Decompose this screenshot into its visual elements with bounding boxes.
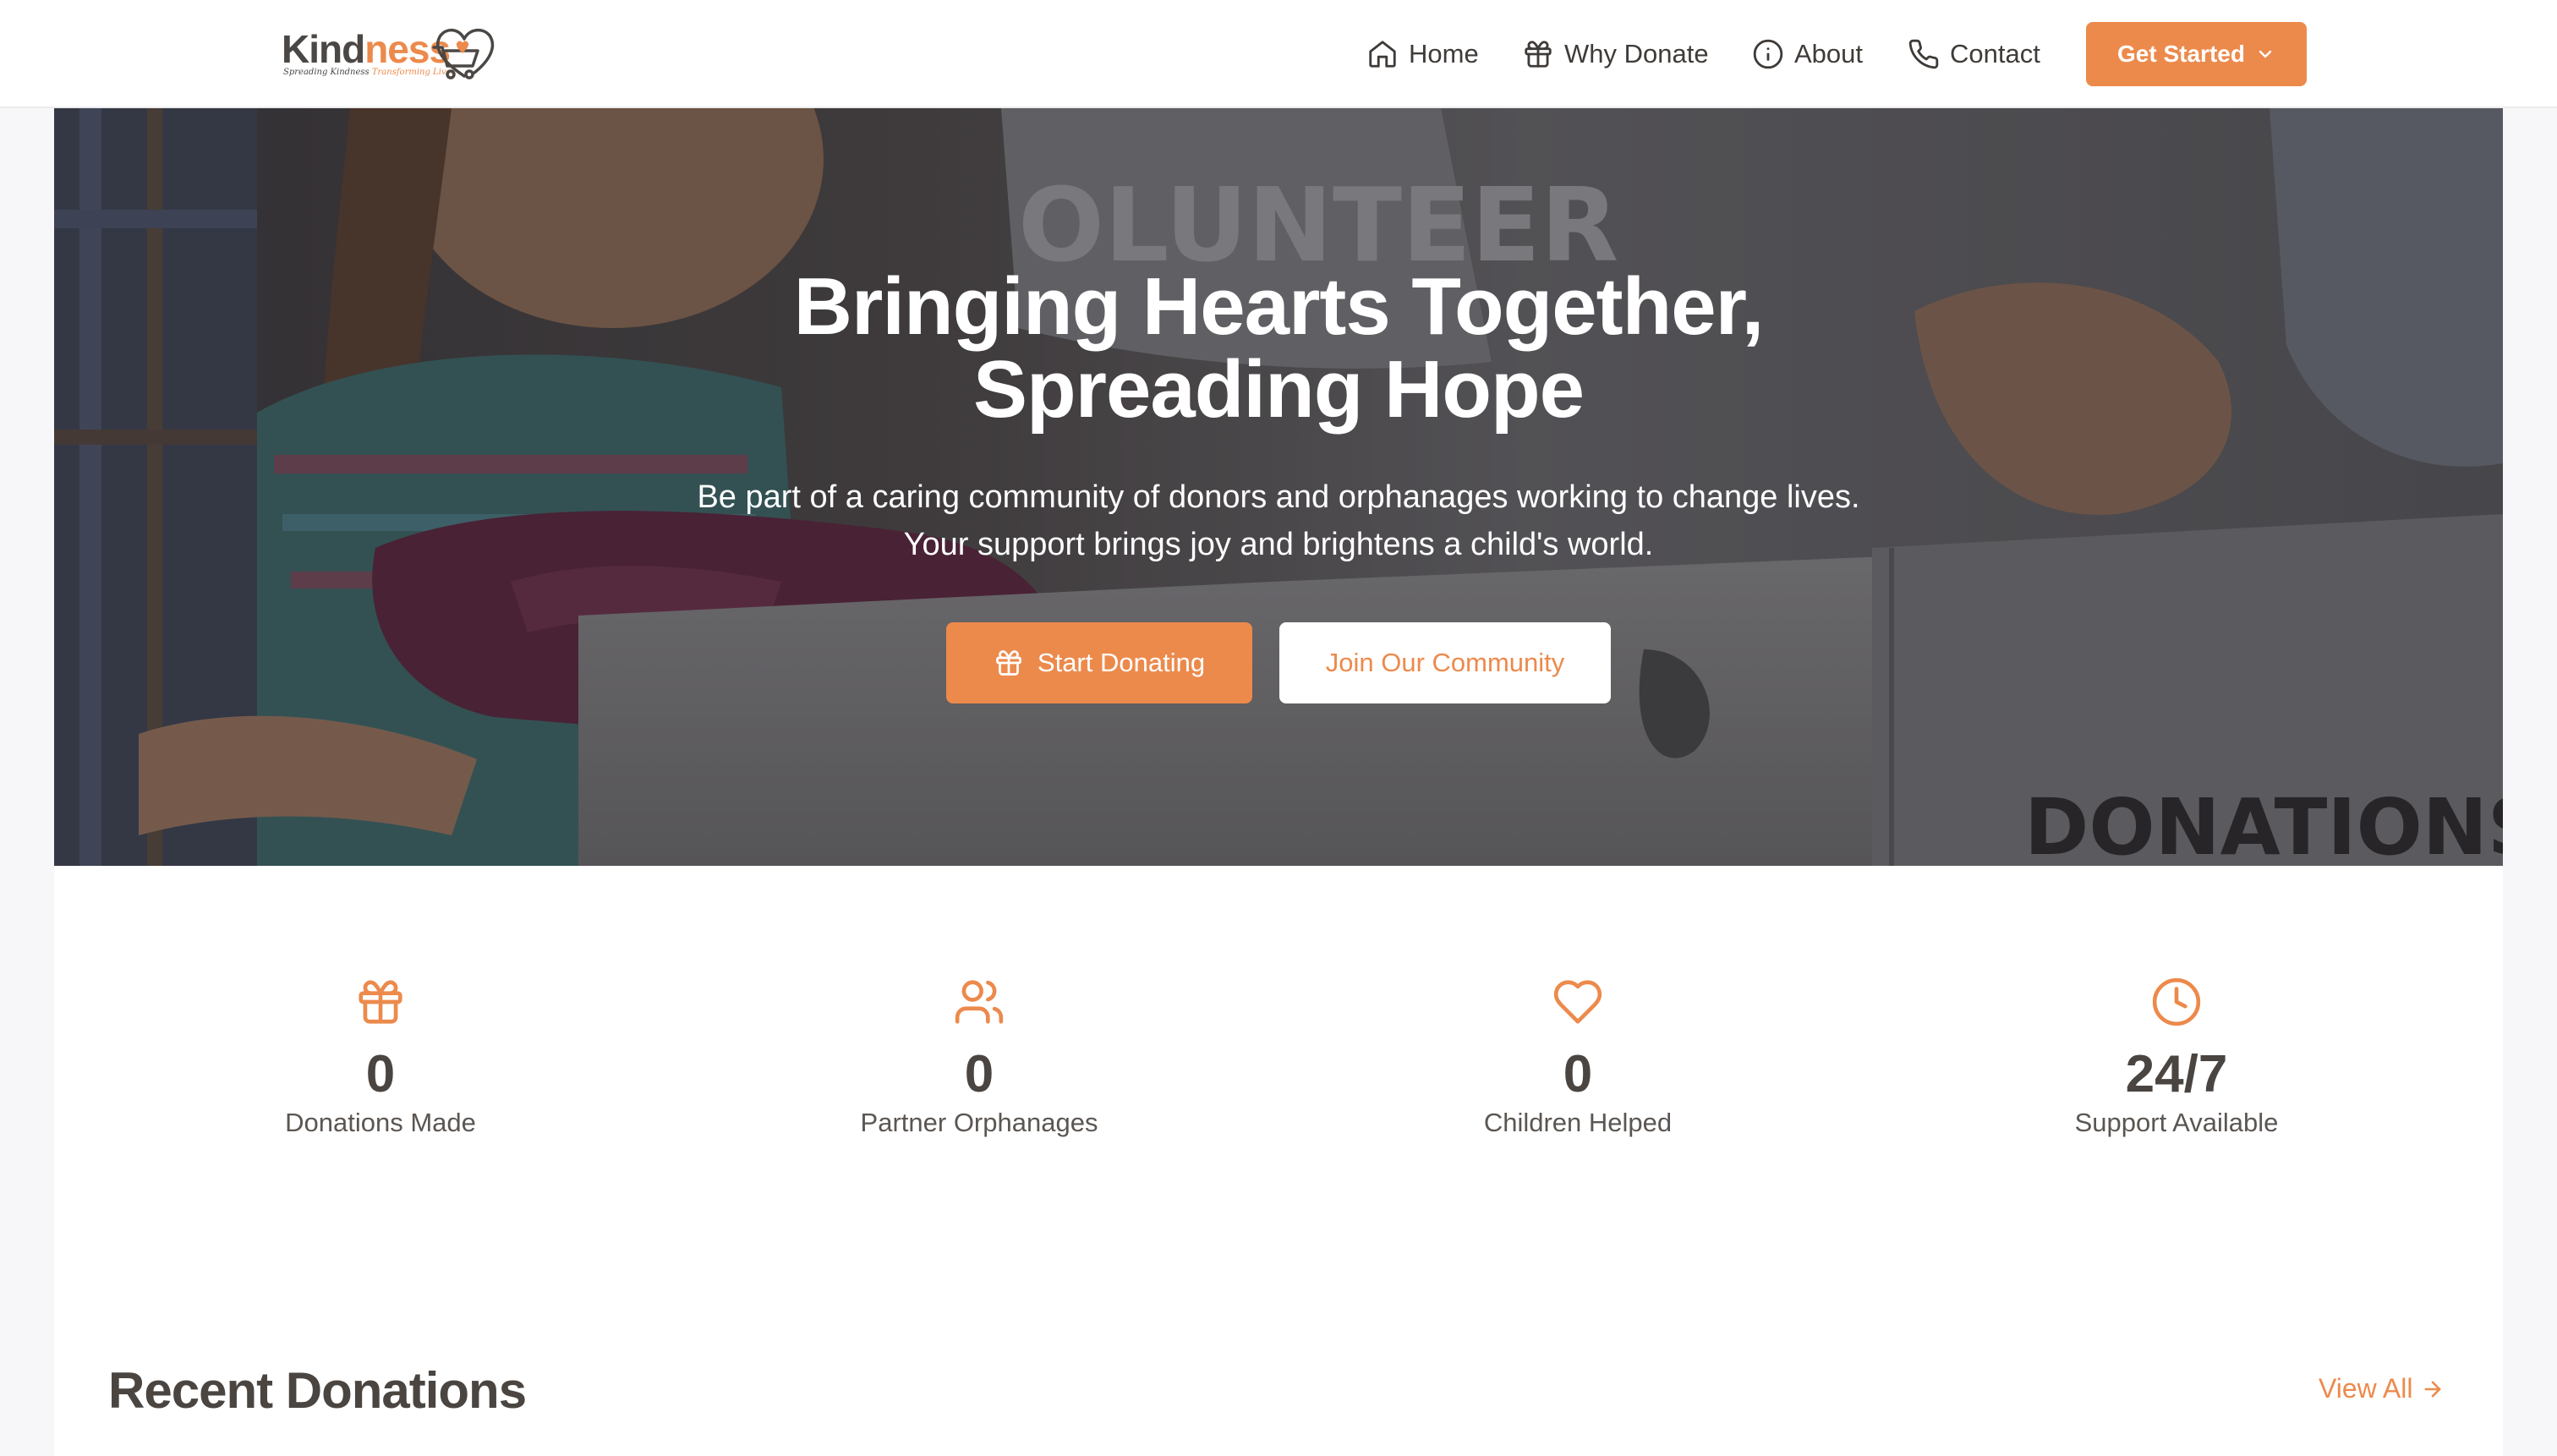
stat-value: 0 [964, 1045, 994, 1103]
stat-value: 24/7 [2125, 1045, 2228, 1103]
kindness-logo[interactable]: Kindness Spreading Kindness Transforming… [282, 25, 495, 85]
phone-icon [1908, 39, 1939, 69]
hero-banner: OLUNTEER DONATIONS Bringing Hearts Toget… [54, 108, 2503, 866]
recent-donations-title: Recent Donations [108, 1362, 527, 1419]
clock-icon [2152, 977, 2201, 1026]
gift-icon [359, 980, 402, 1024]
start-donating-label: Start Donating [1037, 648, 1206, 677]
users-icon [955, 980, 1004, 1024]
heart-cart-icon [432, 28, 495, 79]
stat-children-helped: 0 Children Helped [1358, 976, 1798, 1140]
nav-why-donate[interactable]: Why Donate [1522, 30, 1709, 78]
stat-label: Partner Orphanages [860, 1108, 1098, 1137]
stat-label: Donations Made [285, 1108, 476, 1137]
heart-icon [1553, 980, 1602, 1024]
stat-label: Support Available [2074, 1108, 2279, 1137]
nav-why-donate-label: Why Donate [1564, 39, 1709, 68]
nav-home-label: Home [1409, 39, 1479, 68]
stats-section: 0 Donations Made 0 Partner Orphanages 0 … [54, 866, 2503, 1456]
get-started-label: Get Started [2117, 41, 2245, 67]
stat-donations-made: 0 Donations Made [161, 976, 600, 1140]
view-all-link[interactable]: View All [2319, 1373, 2445, 1404]
nav-contact-label: Contact [1950, 39, 2040, 68]
nav-about-label: About [1794, 39, 1864, 68]
stat-support-available: 24/7 Support Available [1957, 976, 2396, 1140]
info-icon [1753, 39, 1783, 69]
arrow-right-icon [2425, 1381, 2441, 1397]
logo-wordmark: Kindness [282, 27, 451, 71]
home-icon [1369, 41, 1396, 68]
start-donating-button[interactable]: Start Donating [946, 622, 1252, 703]
stat-partner-orphanages: 0 Partner Orphanages [759, 976, 1199, 1140]
hero-title: Bringing Hearts Together, Spreading Hope [793, 261, 1765, 435]
hero-subtitle: Be part of a caring community of donors … [697, 479, 1860, 562]
gift-icon [1525, 41, 1552, 68]
gift-icon [996, 650, 1021, 676]
stat-label: Children Helped [1483, 1108, 1673, 1137]
site-header: Kindness Spreading Kindness Transforming… [0, 0, 2557, 108]
get-started-button[interactable]: Get Started [2086, 22, 2307, 86]
chevron-down-icon [2259, 50, 2272, 58]
view-all-label: View All [2319, 1373, 2413, 1404]
nav-home[interactable]: Home [1366, 30, 1479, 78]
join-community-button[interactable]: Join Our Community [1279, 622, 1611, 703]
stat-value: 0 [1563, 1045, 1593, 1103]
stat-value: 0 [365, 1045, 396, 1103]
nav-contact[interactable]: Contact [1908, 30, 2040, 78]
nav-about[interactable]: About [1752, 30, 1863, 78]
join-community-label: Join Our Community [1325, 648, 1565, 677]
